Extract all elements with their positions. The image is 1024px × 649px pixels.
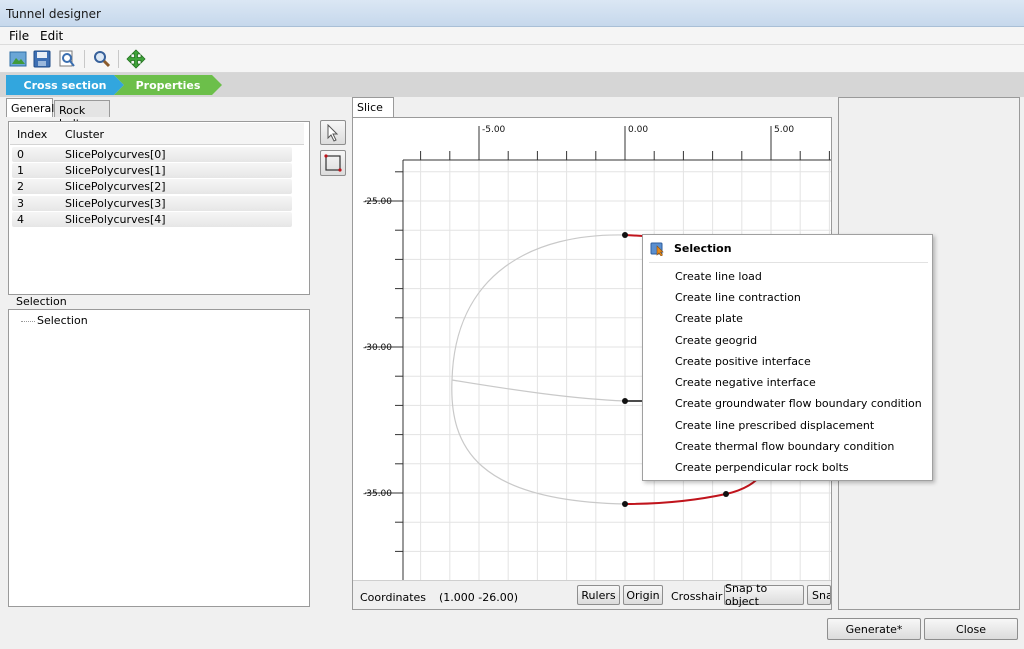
- ruler-y-label: -25.00: [363, 197, 392, 207]
- zoom-page-icon[interactable]: [57, 49, 77, 69]
- row-cluster: SlicePolycurves[0]: [65, 148, 166, 161]
- menu-item-create-groundwater-flow-bc[interactable]: Create groundwater flow boundary conditi…: [675, 397, 922, 410]
- table-row[interactable]: 1 SlicePolycurves[1]: [12, 163, 292, 178]
- context-menu-title: Selection: [674, 242, 732, 255]
- geometry-point[interactable]: [622, 232, 628, 238]
- table-row[interactable]: 2 SlicePolycurves[2]: [12, 179, 292, 194]
- table-row[interactable]: 4 SlicePolycurves[4]: [12, 212, 292, 227]
- tree-item-selection[interactable]: Selection: [37, 314, 88, 327]
- row-cluster: SlicePolycurves[1]: [65, 164, 166, 177]
- title-bar: Tunnel designer: [0, 0, 1024, 27]
- header-index: Index: [17, 128, 48, 141]
- ruler-x-label: 5.00: [774, 125, 794, 135]
- menu-edit[interactable]: Edit: [40, 29, 63, 43]
- menu-item-create-plate[interactable]: Create plate: [675, 312, 743, 325]
- select-rect-icon[interactable]: [320, 150, 346, 176]
- row-index: 0: [17, 148, 24, 161]
- tree-connector: [21, 321, 35, 322]
- row-cluster: SlicePolycurves[3]: [65, 197, 166, 210]
- selection-menu-icon: [650, 241, 665, 257]
- geometry-point[interactable]: [723, 491, 729, 497]
- step-cross-section[interactable]: Cross section: [6, 75, 124, 95]
- menu-bar: File Edit: [0, 27, 1024, 45]
- geometry-point[interactable]: [622, 398, 628, 404]
- geometry-point[interactable]: [622, 501, 628, 507]
- row-index: 3: [17, 197, 24, 210]
- toolbar-separator: [118, 50, 119, 68]
- origin-toggle[interactable]: Origin: [623, 585, 663, 605]
- menu-item-create-line-contraction[interactable]: Create line contraction: [675, 291, 801, 304]
- menu-item-create-negative-interface[interactable]: Create negative interface: [675, 376, 816, 389]
- menu-item-create-geogrid[interactable]: Create geogrid: [675, 334, 757, 347]
- menu-item-create-line-prescribed-displacement[interactable]: Create line prescribed displacement: [675, 419, 874, 432]
- coordinates-label: Coordinates: [360, 591, 427, 604]
- move-icon[interactable]: [126, 49, 146, 69]
- row-index: 4: [17, 213, 24, 226]
- tab-general[interactable]: General: [6, 98, 54, 117]
- ruler-x-label: 0.00: [628, 125, 648, 135]
- crosshair-toggle[interactable]: Crosshair: [671, 590, 722, 603]
- rulers-toggle[interactable]: Rulers: [577, 585, 620, 605]
- close-button[interactable]: Close: [924, 618, 1018, 640]
- menu-item-create-positive-interface[interactable]: Create positive interface: [675, 355, 811, 368]
- menu-item-create-perpendicular-rock-bolts[interactable]: Create perpendicular rock bolts: [675, 461, 849, 474]
- magnifier-icon[interactable]: [92, 49, 112, 69]
- generate-button[interactable]: Generate*: [827, 618, 921, 640]
- row-cluster: SlicePolycurves[2]: [65, 180, 166, 193]
- menu-item-create-thermal-flow-bc[interactable]: Create thermal flow boundary condition: [675, 440, 894, 453]
- step-properties[interactable]: Properties: [114, 75, 222, 95]
- wizard-bar: Cross section Properties: [0, 73, 1024, 97]
- window-title: Tunnel designer: [6, 7, 101, 21]
- context-menu-separator: [649, 262, 928, 263]
- ruler-x-label: -5.00: [482, 125, 506, 135]
- selection-tree: Selection: [8, 309, 310, 607]
- menu-file[interactable]: File: [9, 29, 29, 43]
- header-cluster: Cluster: [65, 128, 105, 141]
- status-bar: Coordinates (1.000 -26.00) Rulers Origin…: [353, 580, 831, 609]
- tab-slice[interactable]: Slice: [352, 97, 394, 118]
- ruler-y-label: -35.00: [363, 489, 392, 499]
- snap-more-toggle[interactable]: Sna: [807, 585, 831, 605]
- row-cluster: SlicePolycurves[4]: [65, 213, 166, 226]
- toolbar-separator: [84, 50, 85, 68]
- pointer-icon[interactable]: [320, 120, 346, 145]
- coordinates-value: (1.000 -26.00): [439, 591, 519, 604]
- selection-context-menu: Selection Create line load Create line c…: [642, 234, 933, 481]
- table-row[interactable]: 0 SlicePolycurves[0]: [12, 147, 292, 162]
- table-header: Index Cluster: [10, 123, 304, 145]
- menu-item-create-line-load[interactable]: Create line load: [675, 270, 762, 283]
- row-index: 2: [17, 180, 24, 193]
- row-index: 1: [17, 164, 24, 177]
- selection-panel-title: Selection: [16, 295, 67, 308]
- toolbar: [0, 45, 1024, 73]
- ruler-y-label: -30.00: [363, 343, 392, 353]
- table-row[interactable]: 3 SlicePolycurves[3]: [12, 196, 292, 211]
- cluster-table: Index Cluster 0 SlicePolycurves[0] 1 Sli…: [8, 121, 310, 295]
- snap-to-object-toggle[interactable]: Snap to object: [724, 582, 804, 608]
- save-icon[interactable]: [32, 49, 52, 69]
- open-icon[interactable]: [8, 49, 28, 69]
- tab-rock-bolts[interactable]: Rock bolts: [54, 100, 110, 130]
